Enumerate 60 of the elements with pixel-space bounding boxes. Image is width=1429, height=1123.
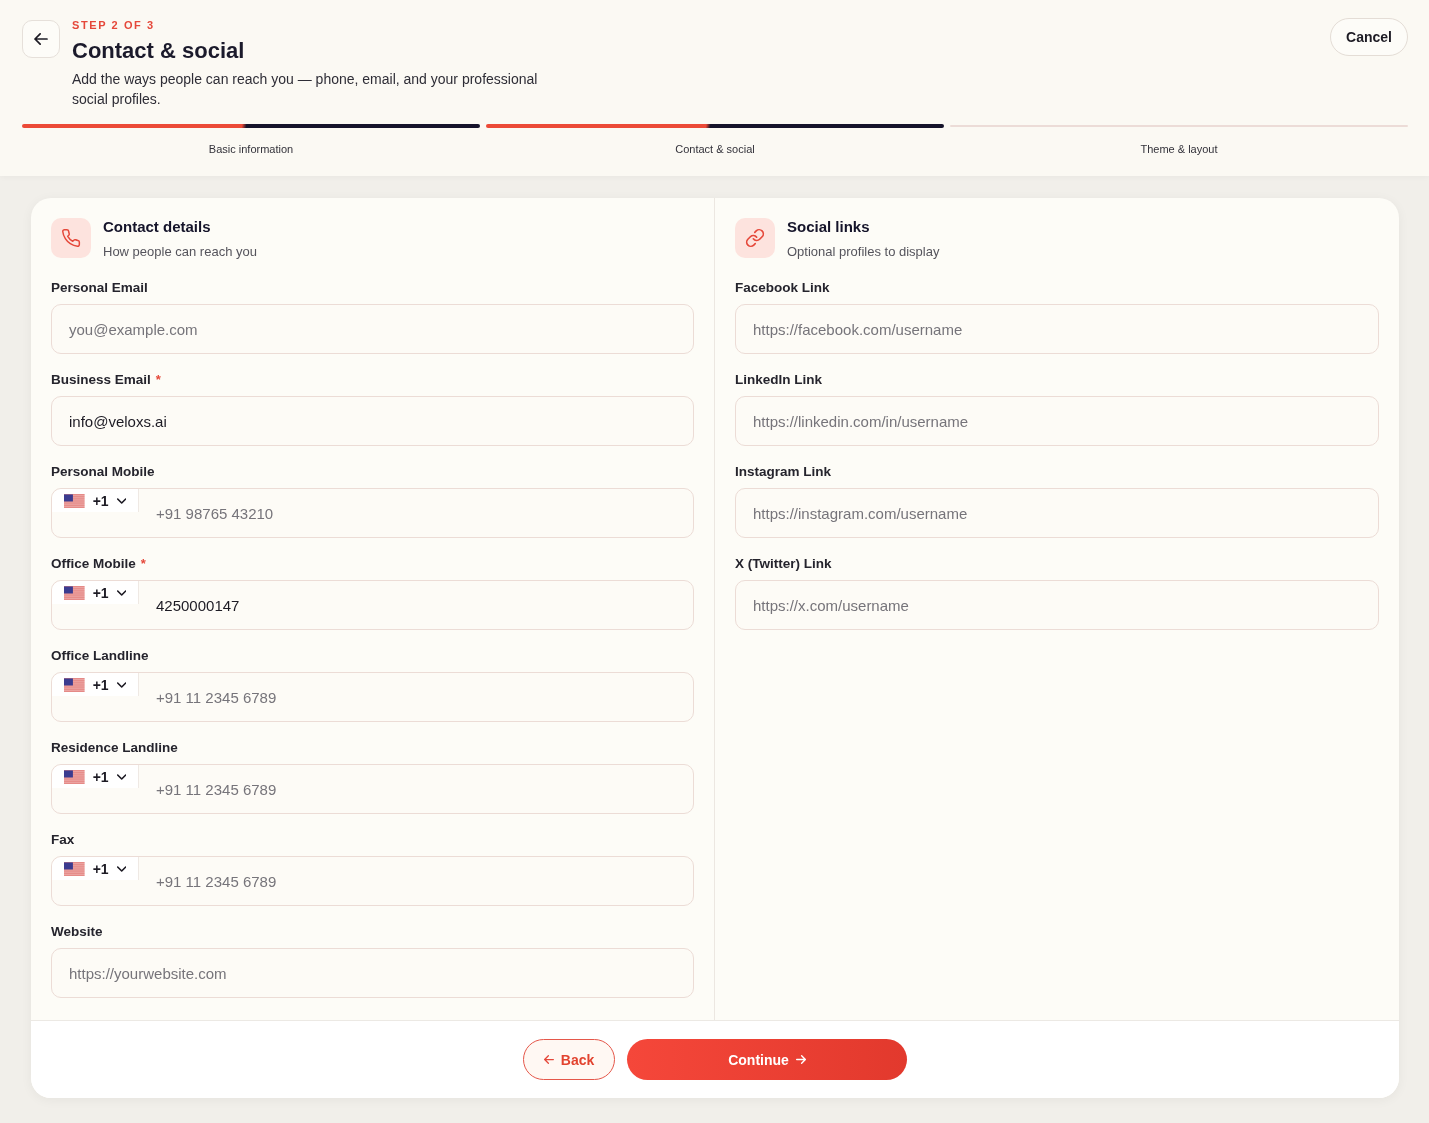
section-subtitle: Optional profiles to display: [787, 243, 940, 261]
arrow-right-icon: [795, 1055, 806, 1064]
country-code-dropdown[interactable]: +1: [52, 765, 139, 788]
arrow-left-icon: [34, 33, 48, 45]
back-button[interactable]: Back: [523, 1039, 615, 1080]
field-label: Website: [51, 924, 103, 940]
phone-field[interactable]: +1 +91 98765 43210: [51, 488, 694, 538]
section-subtitle: How people can reach you: [103, 243, 257, 261]
phone-field[interactable]: +1 +91 11 2345 6789: [51, 856, 694, 906]
phone-field[interactable]: +1 +91 11 2345 6789: [51, 672, 694, 722]
input-field[interactable]: you@example.com: [51, 304, 694, 354]
input-field[interactable]: https://yourwebsite.com: [51, 948, 694, 998]
back-button[interactable]: [22, 20, 60, 58]
chevron-down-icon: [116, 497, 126, 504]
step-counter: STEP 2 OF 3: [72, 18, 155, 32]
section-title: Social links: [787, 218, 870, 236]
country-code-dropdown[interactable]: +1: [52, 857, 139, 880]
page-description: Add the ways people can reach you — phone, email, and your professional social profiles.: [72, 70, 539, 109]
cancel-button[interactable]: Cancel: [1330, 18, 1408, 56]
field-label: Office Landline: [51, 648, 149, 664]
field-label: Business Email: [51, 372, 151, 388]
flag-icon: [64, 861, 85, 876]
field-label: Fax: [51, 832, 75, 848]
section-title: Contact details: [103, 218, 211, 236]
field-label: Personal Email: [51, 280, 148, 296]
flag-icon: [64, 493, 85, 508]
phone-icon: [51, 218, 91, 258]
flag-icon: [64, 585, 85, 600]
input-field[interactable]: https://linkedin.com/in/username: [735, 396, 1379, 446]
field-label: X (Twitter) Link: [735, 556, 832, 572]
country-code-dropdown[interactable]: +1: [52, 673, 139, 696]
field-label: Residence Landline: [51, 740, 178, 756]
required-mark: *: [155, 372, 161, 388]
phone-field[interactable]: +1 +91 11 2345 6789: [51, 764, 694, 814]
input-field[interactable]: info@veloxs.ai: [51, 396, 694, 446]
chevron-down-icon: [116, 865, 126, 872]
input-field[interactable]: https://instagram.com/username: [735, 488, 1379, 538]
flag-icon: [64, 769, 85, 784]
step-label: Basic information: [208, 142, 294, 156]
field-label: LinkedIn Link: [735, 372, 822, 388]
chevron-down-icon: [116, 589, 126, 596]
input-field[interactable]: https://x.com/username: [735, 580, 1379, 630]
page-title: Contact & social: [72, 37, 245, 65]
flag-icon: [64, 677, 85, 692]
input-field[interactable]: https://facebook.com/username: [735, 304, 1379, 354]
arrow-left-icon: [543, 1055, 554, 1064]
phone-field[interactable]: +1 4250000147: [51, 580, 694, 630]
country-code-dropdown[interactable]: +1: [52, 489, 139, 512]
link-icon: [735, 218, 775, 258]
field-label: Personal Mobile: [51, 464, 155, 480]
field-label: Office Mobile: [51, 556, 136, 572]
country-code-dropdown[interactable]: +1: [52, 581, 139, 604]
step-label: Contact & social: [675, 142, 755, 156]
field-label: Instagram Link: [735, 464, 832, 480]
required-mark: *: [140, 556, 146, 572]
field-label: Facebook Link: [735, 280, 830, 296]
chevron-down-icon: [116, 773, 126, 780]
chevron-down-icon: [116, 681, 126, 688]
continue-button[interactable]: Continue: [627, 1039, 907, 1080]
step-label: Theme & layout: [1140, 142, 1218, 156]
